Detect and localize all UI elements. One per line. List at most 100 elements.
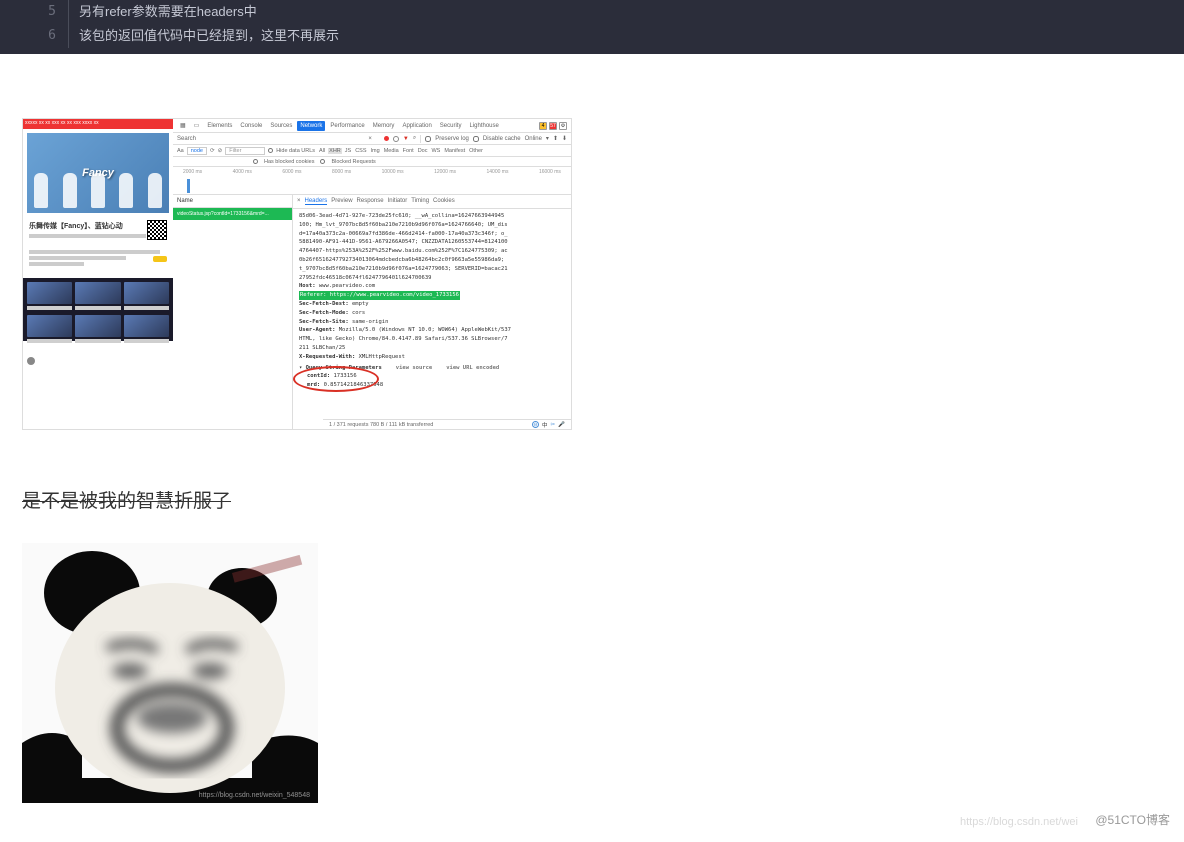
blocked-row: Has blocked cookies Blocked Requests: [173, 157, 571, 167]
network-timeline[interactable]: 2000 ms 4000 ms 6000 ms 8000 ms 10000 ms…: [173, 167, 571, 195]
red-banner: xxxxx xx xx xxx xx xx xxx xxxx xx: [23, 119, 173, 129]
ft-other[interactable]: Other: [468, 148, 484, 154]
filter-funnel-icon[interactable]: ▼: [403, 136, 409, 142]
refresh-icon[interactable]: ⟳: [210, 148, 215, 154]
status-bar: 1 / 371 requests 780 B / 111 kB transfer…: [323, 419, 571, 429]
mini-thumb[interactable]: [124, 315, 169, 337]
settings-icon[interactable]: ⚙: [559, 122, 567, 130]
tab-console[interactable]: Console: [237, 121, 265, 131]
qr-code: [147, 220, 167, 240]
tab-security[interactable]: Security: [437, 121, 465, 131]
clear-filter-icon[interactable]: ⊘: [218, 148, 223, 154]
tab-response[interactable]: Response: [357, 198, 384, 205]
search-label: Search: [177, 136, 196, 142]
filter-row: Aa node ⟳ ⊘ Filter Hide data URLs All XH…: [173, 145, 571, 157]
search-row: Search × ▼ ⌕ Preserve log Disable cache …: [173, 133, 571, 145]
dancers-graphic: [27, 173, 169, 213]
search-icon[interactable]: ⌕: [413, 135, 416, 142]
mini-thumb[interactable]: [75, 315, 120, 337]
tab-preview[interactable]: Preview: [331, 198, 352, 205]
tab-network[interactable]: Network: [297, 121, 325, 131]
devtools-tabs: ▦ ▭ Elements Console Sources Network Per…: [173, 119, 571, 133]
mini-thumb[interactable]: [27, 315, 72, 337]
tab-elements[interactable]: Elements: [204, 121, 235, 131]
lang-toggle[interactable]: 中: [542, 421, 548, 429]
meme-image: https://blog.csdn.net/weixin_548548: [22, 543, 318, 803]
query-string-section[interactable]: Query String Parameters: [306, 365, 382, 371]
content-split: Name videoStatus.jsp?contId=1733156&mrd=…: [173, 195, 571, 429]
tab-application[interactable]: Application: [399, 121, 434, 131]
close-search-icon[interactable]: ×: [368, 136, 372, 142]
tab-headers[interactable]: Headers: [305, 198, 328, 205]
aa-toggle[interactable]: Aa: [177, 148, 184, 154]
line-number: 5: [0, 0, 68, 24]
meme-watermark: https://blog.csdn.net/weixin_548548: [199, 792, 310, 799]
page-preview: xxxxx xx xx xxx xx xx xxx xxxx xx Fancy …: [23, 119, 173, 429]
footer-icons: [23, 353, 173, 369]
tab-sources[interactable]: Sources: [267, 121, 295, 131]
code-line-6: 6 该包的返回值代码中已经提到，这里不再展示: [0, 24, 1184, 48]
disable-cache-checkbox[interactable]: [473, 136, 479, 142]
blocked-cookies-checkbox[interactable]: [253, 159, 258, 164]
online-select[interactable]: Online: [525, 136, 542, 142]
request-list: Name videoStatus.jsp?contId=1733156&mrd=…: [173, 195, 293, 429]
tab-timing[interactable]: Timing: [411, 198, 429, 205]
tab-memory[interactable]: Memory: [370, 121, 398, 131]
filter-input[interactable]: Filter: [225, 147, 265, 155]
headers-panel: × Headers Preview Response Initiator Tim…: [293, 195, 571, 429]
download-icon[interactable]: ⬇: [562, 135, 567, 142]
avatar-icon: [27, 357, 35, 365]
ft-manifest[interactable]: Manifest: [443, 148, 466, 154]
strikethrough-caption: 是不是被我的智慧折服了: [22, 486, 1184, 513]
mic-icon[interactable]: 🎤: [558, 422, 565, 428]
close-detail-icon[interactable]: ×: [297, 198, 301, 205]
chevron-down-icon[interactable]: ▾: [546, 135, 549, 142]
warnings-badge[interactable]: 4: [539, 122, 547, 130]
ft-img[interactable]: Img: [370, 148, 381, 154]
inspect-icon[interactable]: ▦: [177, 120, 189, 131]
preserve-log-checkbox[interactable]: [425, 136, 431, 142]
ft-font[interactable]: Font: [402, 148, 415, 154]
mini-thumb[interactable]: [75, 282, 120, 304]
code-text: 该包的返回值代码中已经提到，这里不再展示: [68, 24, 339, 48]
line-number: 6: [0, 24, 68, 48]
upload-icon[interactable]: ⬆: [553, 135, 558, 142]
detail-tabs: × Headers Preview Response Initiator Tim…: [293, 195, 571, 209]
hide-urls-checkbox[interactable]: [268, 148, 273, 153]
mini-thumb[interactable]: [27, 282, 72, 304]
ft-all[interactable]: All: [318, 148, 326, 154]
request-item[interactable]: videoStatus.jsp?contId=1733156&mrd=...: [173, 208, 292, 220]
ft-css[interactable]: CSS: [354, 148, 367, 154]
errors-badge[interactable]: 57: [549, 122, 557, 130]
ft-js[interactable]: JS: [344, 148, 352, 154]
timeline-marker: [187, 179, 190, 193]
name-column-header: Name: [173, 195, 292, 208]
ft-doc[interactable]: Doc: [417, 148, 429, 154]
scissors-icon[interactable]: ✂: [551, 422, 556, 428]
ft-ws[interactable]: WS: [430, 148, 441, 154]
tab-cookies[interactable]: Cookies: [433, 198, 455, 205]
referer-highlight: Referer: https://www.pearvideo.com/video…: [299, 291, 460, 300]
video-meta: 乐舞传媒【Fancy】、蓝钻心动: [23, 217, 173, 272]
code-text: 另有refer参数需要在headers中: [68, 0, 257, 24]
headers-body: 85d06-3ead-4d71-927e-723de25fc610; __wA_…: [293, 209, 571, 393]
related-videos: [23, 278, 173, 341]
blocked-requests-checkbox[interactable]: [320, 159, 325, 164]
ft-xhr[interactable]: XHR: [328, 148, 342, 154]
video-thumbnail[interactable]: Fancy: [27, 133, 169, 213]
tab-performance[interactable]: Performance: [327, 121, 367, 131]
tab-lighthouse[interactable]: Lighthouse: [466, 121, 501, 131]
regex-input[interactable]: node: [187, 147, 207, 155]
blocked-cookies-label: Has blocked cookies: [264, 159, 314, 165]
device-icon[interactable]: ▭: [191, 120, 203, 131]
sync-icon[interactable]: ⊖: [532, 421, 539, 428]
record-icon[interactable]: [384, 136, 389, 141]
mini-thumb[interactable]: [124, 282, 169, 304]
tab-initiator[interactable]: Initiator: [388, 198, 408, 205]
clear-icon[interactable]: [393, 136, 399, 142]
ft-media[interactable]: Media: [383, 148, 400, 154]
yellow-button[interactable]: [153, 256, 167, 262]
preserve-log-label: Preserve log: [435, 136, 469, 142]
devtools-screenshot: xxxxx xx xx xxx xx xx xxx xxxx xx Fancy …: [22, 118, 572, 430]
filter-types: All XHR JS CSS Img Media Font Doc WS Man…: [318, 148, 484, 154]
